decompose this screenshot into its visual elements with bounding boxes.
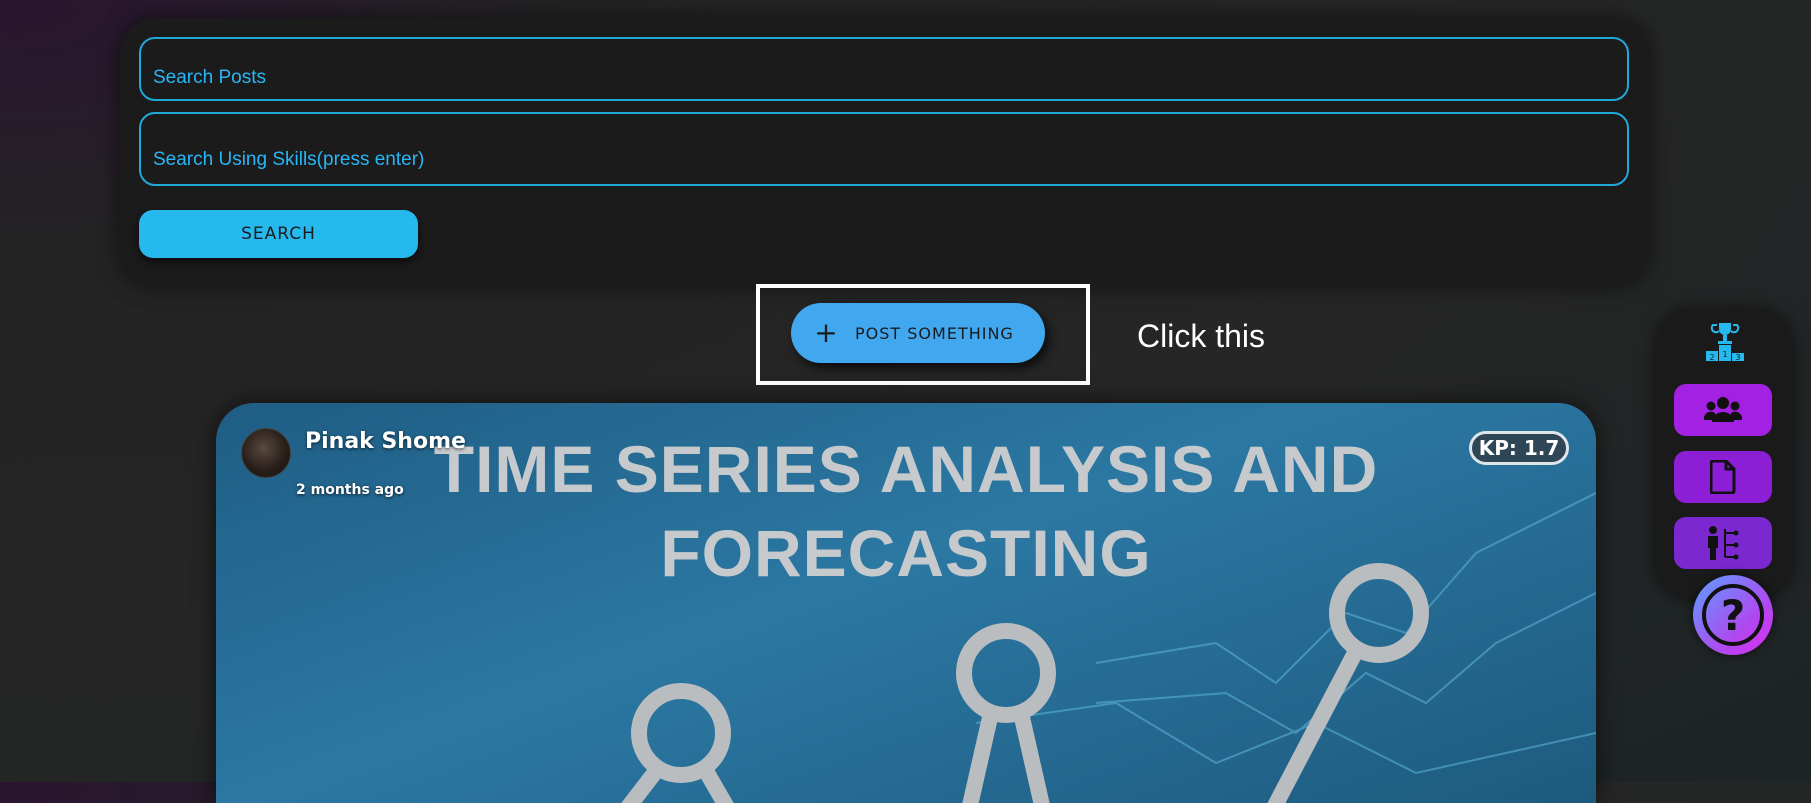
search-skills-field[interactable] [139,112,1629,186]
avatar[interactable] [241,428,291,478]
help-button[interactable]: ? [1693,575,1773,655]
documents-button[interactable] [1674,451,1772,503]
hierarchy-icon [1708,526,1739,560]
trophy-rank-2: 2 [1709,353,1714,362]
search-posts-input[interactable] [151,63,1617,93]
community-button[interactable] [1674,384,1772,436]
search-skills-input[interactable] [151,144,1617,176]
post-something-label: POST SOMETHING [855,323,1014,343]
post-timestamp: 2 months ago [296,482,404,498]
community-icon [1704,397,1742,422]
document-icon [1710,460,1736,494]
help-glyph: ? [1721,591,1745,640]
trophy-rank-3: 3 [1735,353,1740,362]
author-name[interactable]: Pinak Shome [305,429,466,454]
hierarchy-button[interactable] [1674,517,1772,569]
leaderboard-trophy-icon[interactable]: 2 1 3 [1705,321,1745,367]
image-title-line2: FORECASTING [660,516,1152,590]
side-dock: 2 1 3 [1656,310,1792,598]
plus-icon: + [814,316,838,349]
help-icon: ? [1702,584,1764,646]
kp-badge: KP: 1.7 [1469,431,1569,465]
post-card[interactable]: TIME SERIES ANALYSIS AND FORECASTING Pin… [216,403,1596,803]
post-something-button[interactable]: + POST SOMETHING [791,303,1045,363]
search-posts-field[interactable] [139,37,1629,101]
search-button[interactable]: SEARCH [139,210,418,258]
trophy-rank-1: 1 [1722,350,1727,359]
search-panel: SEARCH [120,18,1650,286]
click-hint: Click this [1137,318,1266,354]
